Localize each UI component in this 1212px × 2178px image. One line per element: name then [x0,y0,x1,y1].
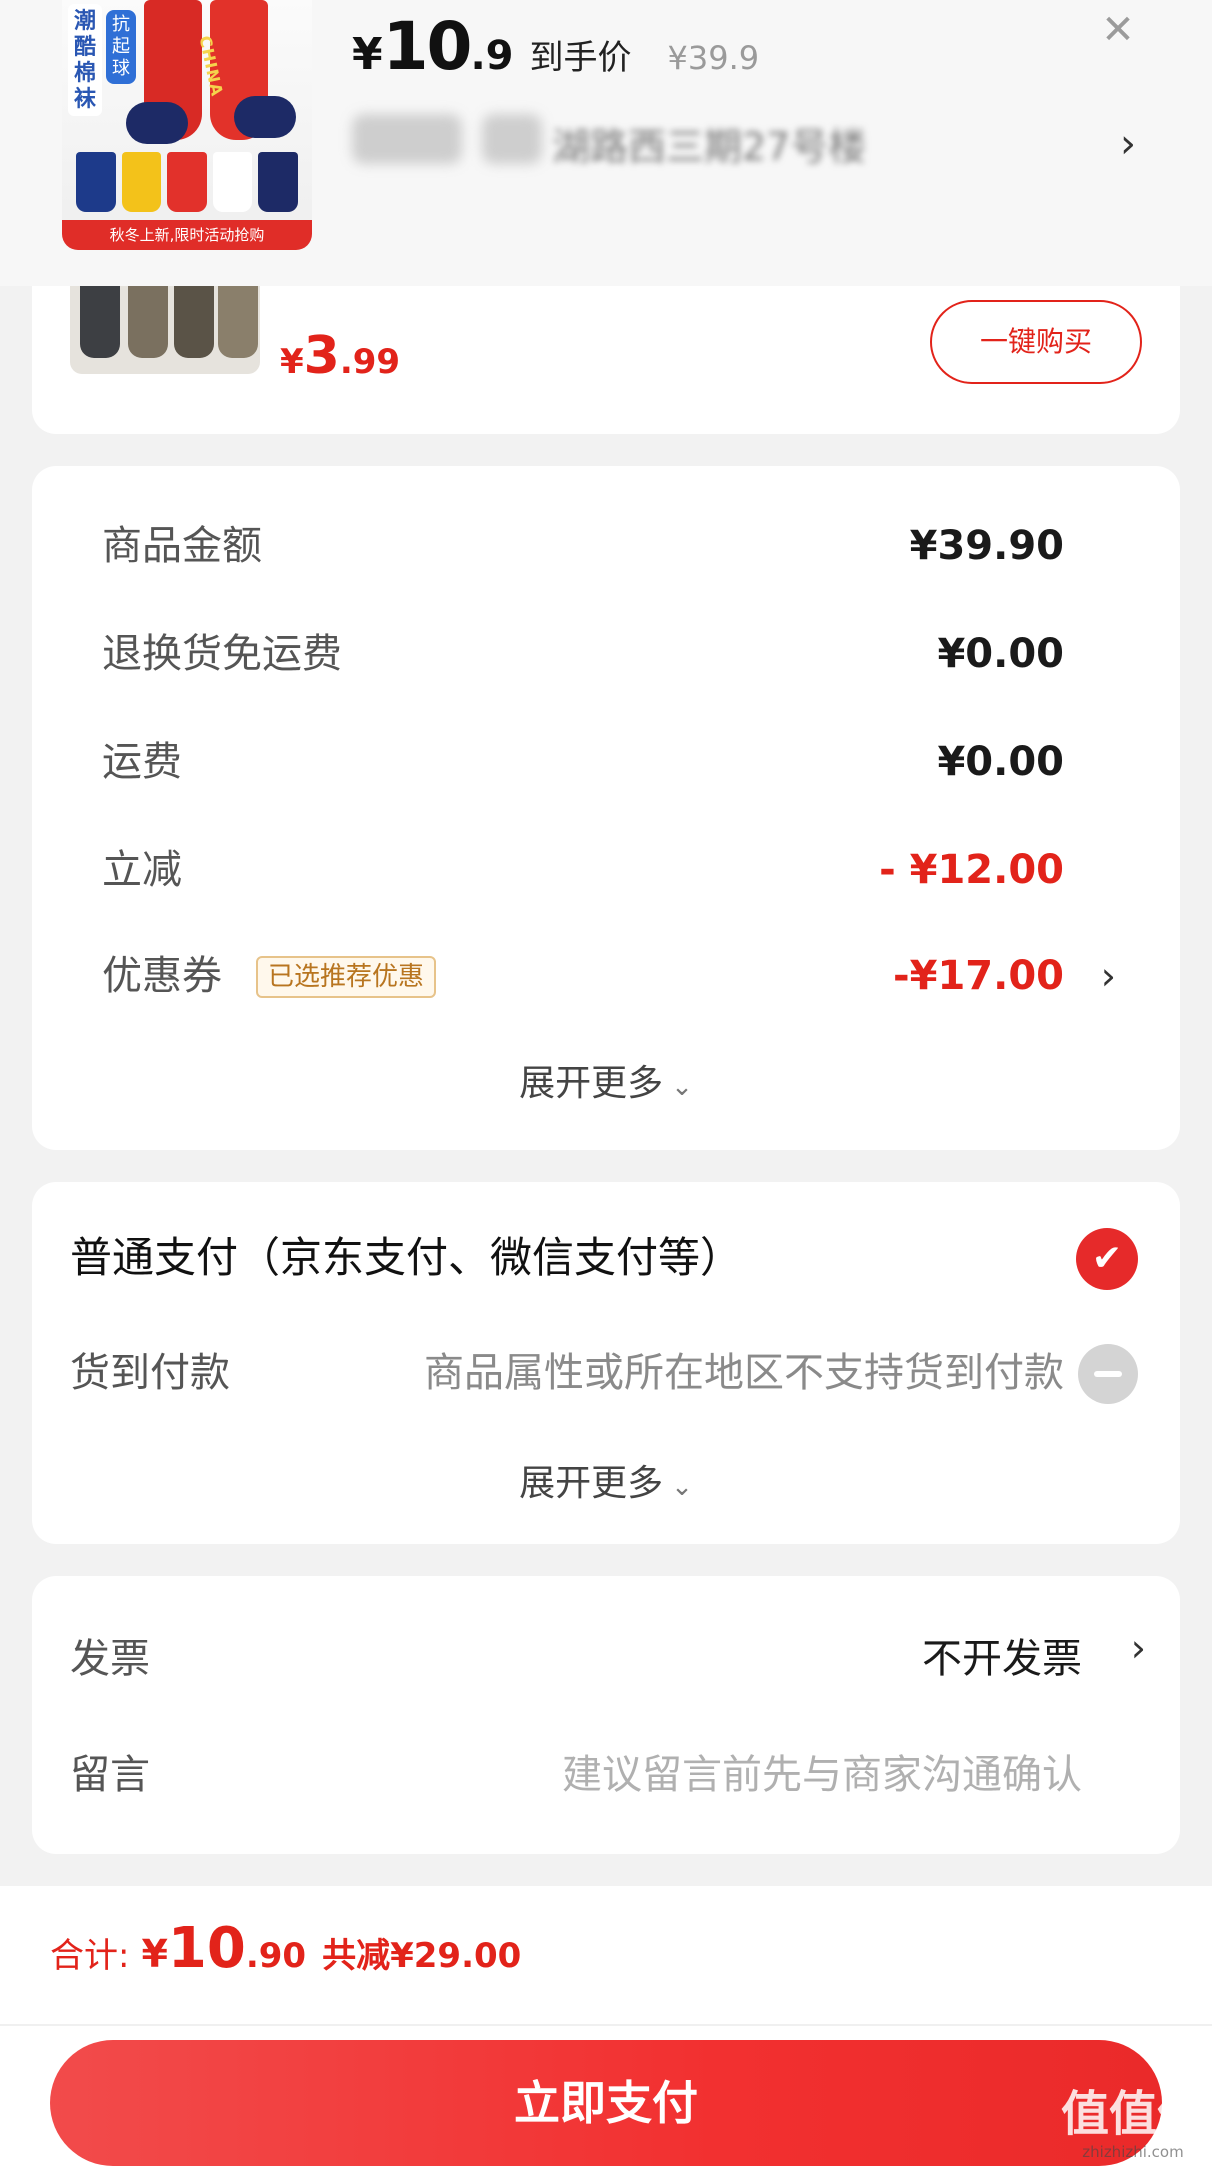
summary-row-shipping-fee: 运费 ¥0.00 [70,732,1150,792]
recommended-item-price: ¥ 3 .99 [280,326,400,386]
summary-value: ¥39.90 [909,523,1064,569]
final-price: ¥ 10 .9 到手价 ¥39.9 [352,8,759,85]
sock-heel-left [126,102,188,144]
check-icon[interactable]: ✔ [1076,1228,1138,1290]
order-total: 合计: ¥ 10 .90 共减¥29.00 [50,1916,521,1981]
chevron-right-icon[interactable]: › [1131,1626,1146,1670]
total-decimal: .90 [245,1936,307,1976]
coupon-selected-tag: 已选推荐优惠 [256,956,437,998]
payment-method-card: 普通支付（京东支付、微信支付等） ✔ 货到付款 商品属性或所在地区不支持货到付款… [32,1182,1180,1544]
invoice-value[interactable]: 不开发票 [922,1626,1082,1684]
address-blur [352,114,462,164]
thumbnail-tag: 潮酷棉袜 [68,4,102,116]
product-thumbnail[interactable]: CHINA 潮酷棉袜 抗起球 秋冬上新,限时活动抢购 [62,0,312,250]
summary-value: ¥0.00 [937,631,1064,677]
summary-value: ¥0.00 [937,739,1064,785]
cod-unavailable-note: 商品属性或所在地区不支持货到付款 [424,1350,1064,1396]
pay-now-button[interactable]: 立即支付 [50,2040,1162,2166]
price-integer: 3 [303,326,340,386]
watermark-text: 值值值 [1060,2086,1205,2142]
invoice-message-card: 发票 不开发票 › 留言 建议留言前先与商家沟通确认 [32,1576,1180,1854]
summary-row-goods-amount: 商品金额 ¥39.90 [70,516,1150,576]
checkout-bar: 合计: ¥ 10 .90 共减¥29.00 立即支付 [0,1886,1212,2178]
message-label: 留言 [70,1752,150,1798]
original-price: ¥39.9 [667,39,760,77]
invoice-label: 发票 [70,1636,150,1682]
summary-value: - ¥12.00 [879,847,1064,893]
order-header: CHINA 潮酷棉袜 抗起球 秋冬上新,限时活动抢购 ¥ 10 .9 到手价 ¥… [0,0,1212,286]
summary-row-coupon[interactable]: 优惠券 已选推荐优惠 -¥17.00 › [70,946,1150,1006]
total-currency: ¥ [141,1932,168,1976]
price-currency: ¥ [280,342,304,382]
summary-label: 商品金额 [102,523,262,569]
price-decimal: .9 [470,33,514,79]
address-blur [482,114,542,164]
close-icon[interactable]: ✕ [1098,10,1138,50]
price-decimal: .99 [339,342,401,382]
total-integer: 10 [167,1916,246,1981]
chevron-down-icon: ⌄ [671,1472,693,1502]
address-text: 湖路西三期27号楼 [552,125,867,169]
thumbnail-badge: 抗起球 [106,10,136,84]
summary-row-instant-discount: 立减 - ¥12.00 [70,840,1150,900]
watermark-url: zhizhizhi.com [1082,2143,1184,2161]
price-label: 到手价 [529,38,632,78]
expand-more-button[interactable]: 展开更多 ⌄ [32,1054,1180,1106]
coupon-label: 优惠券 [102,953,222,999]
chevron-right-icon[interactable]: › [1120,124,1136,164]
summary-label: 运费 [102,739,182,785]
mini-sock [258,152,298,212]
price-summary-card: 商品金额 ¥39.90 退换货免运费 ¥0.00 运费 ¥0.00 立减 - ¥… [32,466,1180,1150]
mini-sock [167,152,207,212]
chevron-right-icon[interactable]: › [1101,946,1116,1006]
summary-label: 退换货免运费 [102,631,342,677]
total-saved: 共减¥29.00 [322,1936,522,1976]
chevron-down-icon: ⌄ [671,1072,693,1102]
disabled-icon [1078,1344,1138,1404]
one-click-buy-button[interactable]: 一键购买 [930,300,1142,384]
thumbnail-promo-banner: 秋冬上新,限时活动抢购 [62,220,312,250]
expand-more-label: 展开更多 [519,1063,664,1104]
summary-row-return-shipping: 退换货免运费 ¥0.00 [70,624,1150,684]
watermark-logo: 值值值 zhizhizhi.com [1058,2086,1208,2172]
total-label: 合计: [50,1936,130,1976]
coupon-value: -¥17.00 [893,953,1064,999]
shipping-address[interactable]: 湖路西三期27号楼 [352,108,912,170]
mini-sock [212,152,253,212]
expand-more-button[interactable]: 展开更多 ⌄ [32,1454,1180,1506]
mini-sock [121,152,162,212]
payment-option-cod: 货到付款 [70,1350,230,1396]
mini-sock-row [76,152,298,212]
expand-more-label: 展开更多 [519,1463,664,1504]
price-integer: 10 [382,8,473,85]
mini-sock [76,152,116,212]
sock-heel-right [234,96,296,138]
divider [0,2024,1212,2026]
price-currency: ¥ [352,29,383,80]
message-input[interactable]: 建议留言前先与商家沟通确认 [562,1742,1082,1800]
payment-option-standard[interactable]: 普通支付（京东支付、微信支付等） [70,1224,742,1285]
summary-label: 立减 [102,847,182,893]
